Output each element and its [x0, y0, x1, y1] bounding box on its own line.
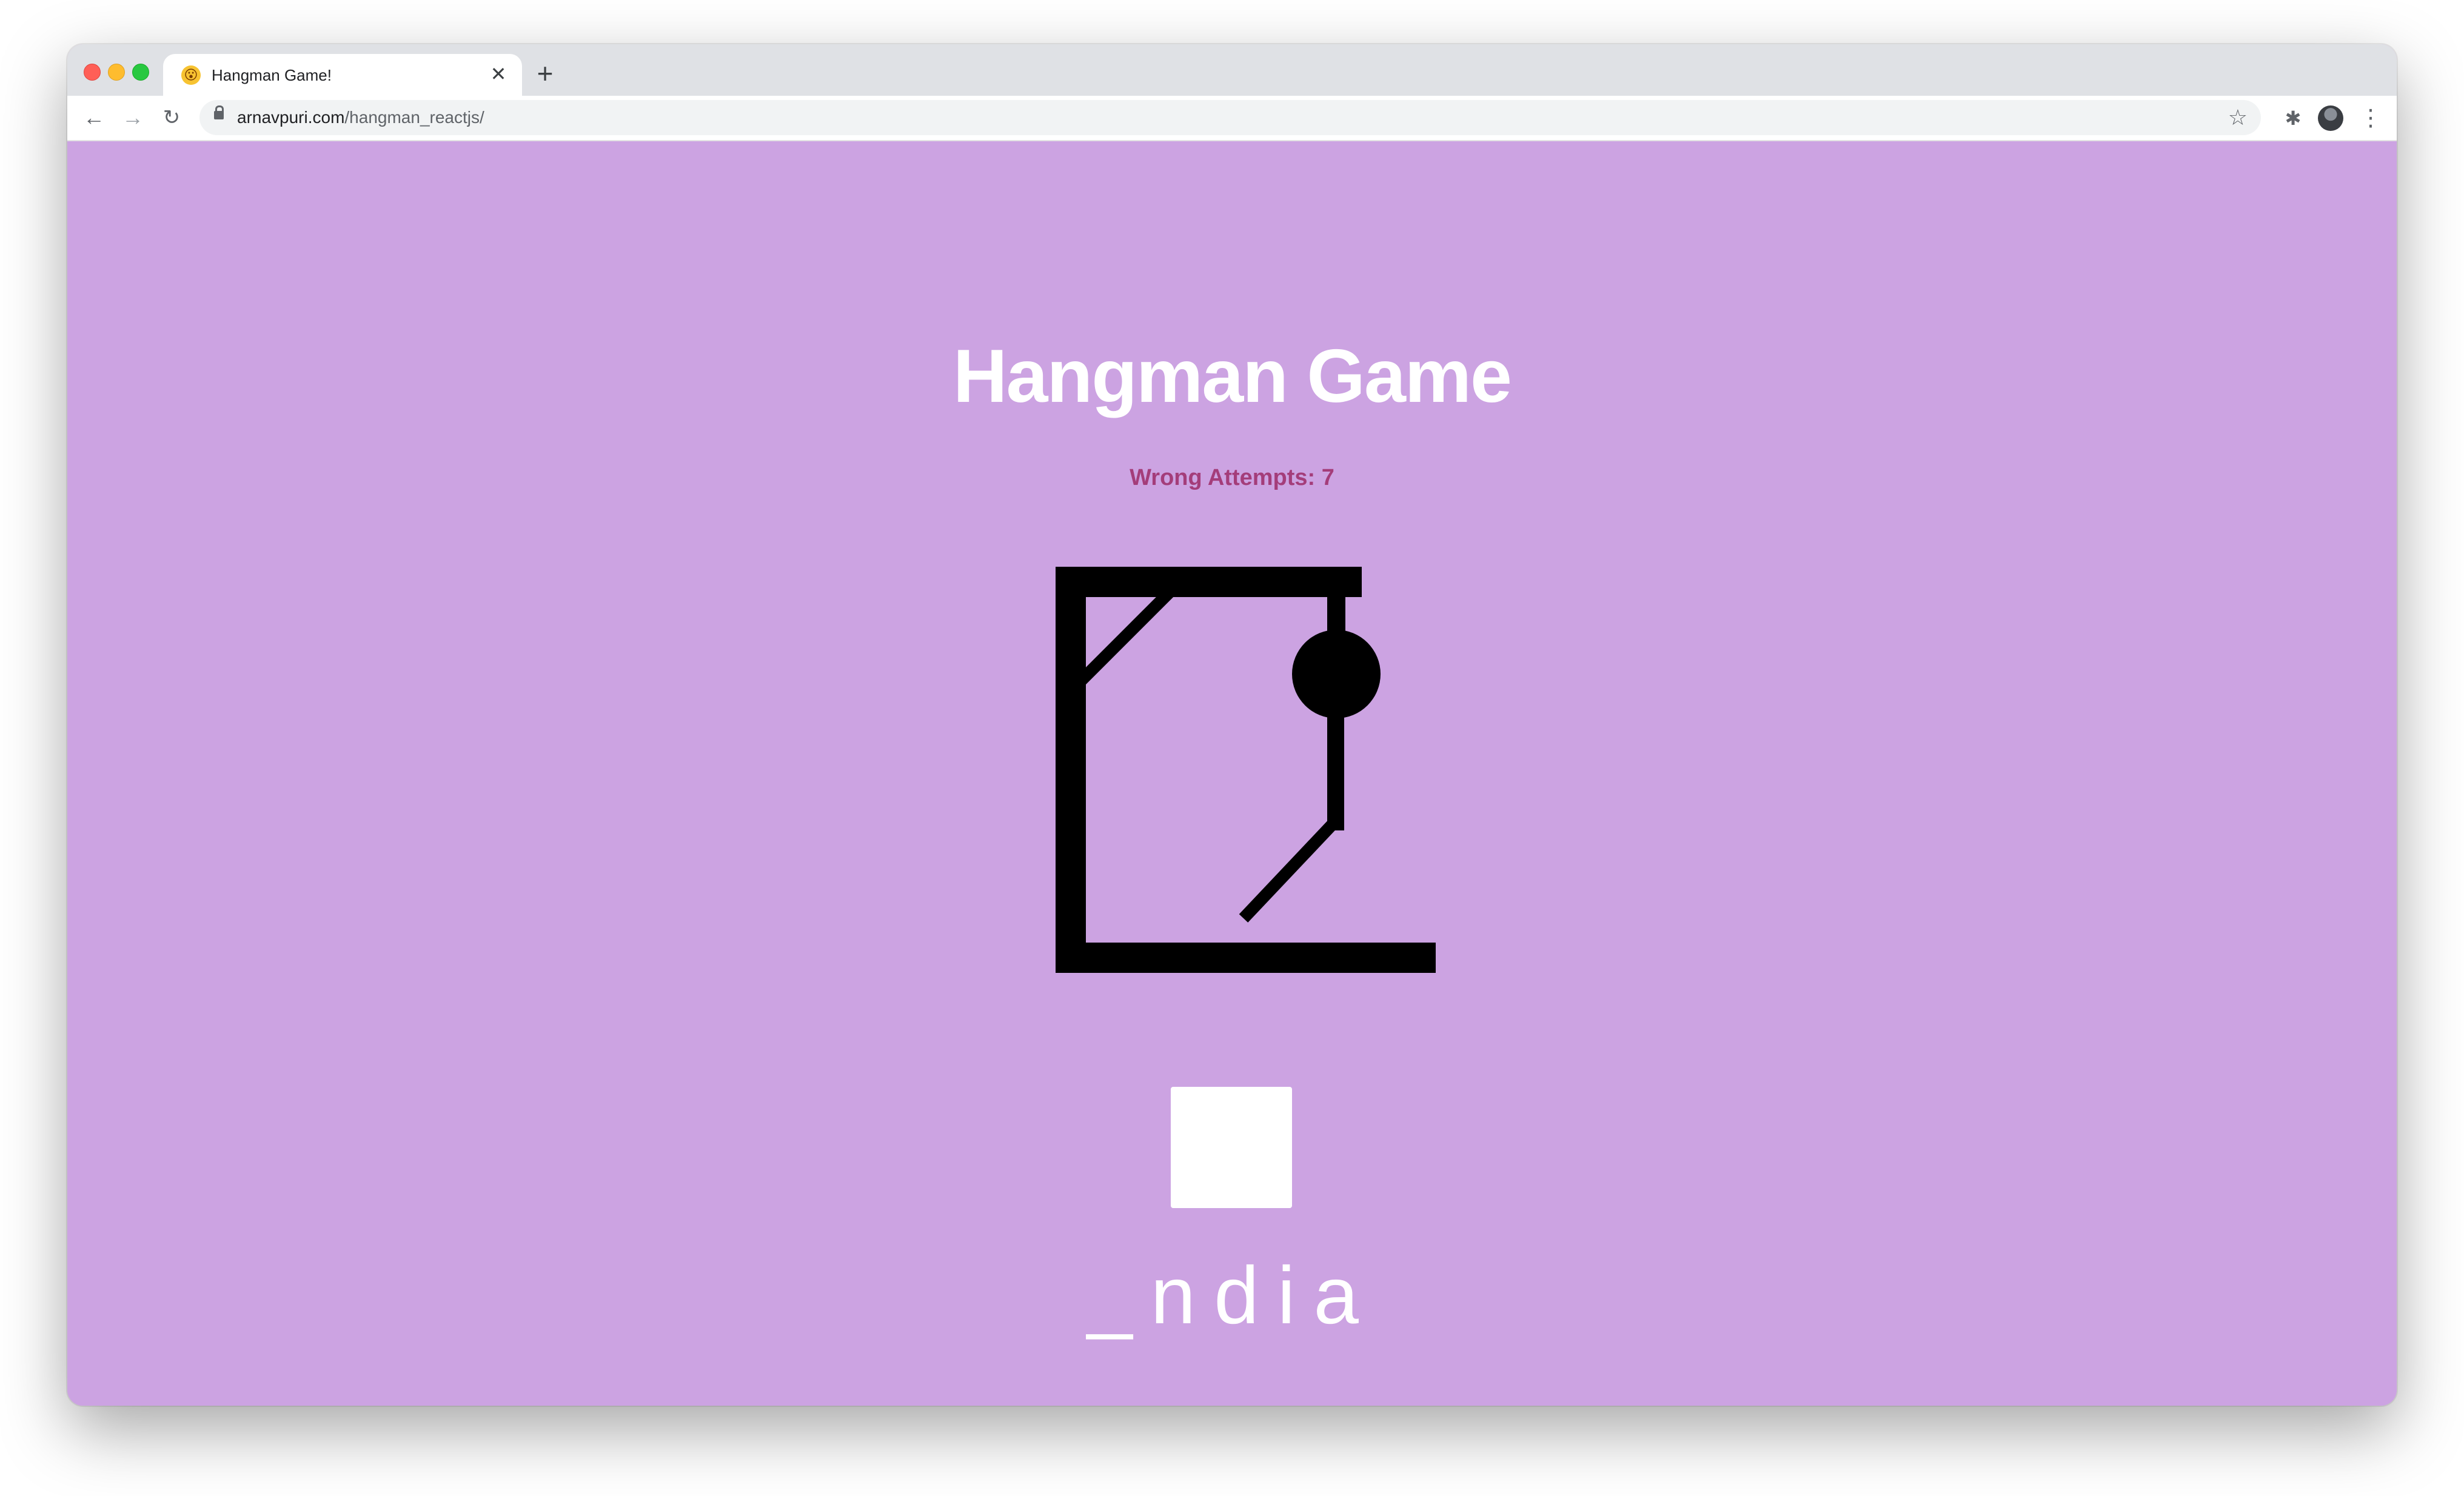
- kebab-menu-icon[interactable]: ⋮: [2359, 105, 2382, 131]
- tab-hangman[interactable]: 😮 Hangman Game! ✕: [163, 54, 522, 96]
- hangman-body: [1327, 706, 1344, 830]
- favicon-icon: 😮: [181, 65, 201, 85]
- puzzle-icon[interactable]: ✱: [2282, 107, 2305, 130]
- forward-arrow-icon[interactable]: →: [119, 104, 146, 131]
- hangman-drawing: [1056, 567, 1436, 973]
- star-icon[interactable]: ☆: [2228, 105, 2248, 130]
- new-tab-button[interactable]: +: [532, 59, 558, 87]
- gallows-base: [1056, 943, 1436, 973]
- minimize-window-button[interactable]: [108, 64, 125, 81]
- tab-strip: 😮 Hangman Game! ✕ +: [67, 44, 2397, 96]
- browser-window: 😮 Hangman Game! ✕ + ← → ↻ arnavpuri.com/…: [67, 44, 2397, 1406]
- gallows-brace: [1069, 583, 1179, 693]
- page-title: Hangman Game: [952, 335, 1512, 418]
- close-tab-icon[interactable]: ✕: [488, 64, 509, 84]
- letter-guess-input[interactable]: [1171, 1087, 1292, 1208]
- reload-icon[interactable]: ↻: [158, 104, 185, 131]
- tab-title: Hangman Game!: [212, 66, 332, 84]
- url-path: /hangman_reactjs/: [344, 108, 484, 127]
- gallows-post: [1056, 567, 1086, 955]
- browser-toolbar: ← → ↻ arnavpuri.com/hangman_reactjs/ ☆ ✱…: [67, 96, 2397, 141]
- url-domain: arnavpuri.com: [237, 108, 345, 127]
- gallows-top-beam: [1056, 567, 1362, 597]
- close-window-button[interactable]: [84, 64, 101, 81]
- wrong-attempts-counter: Wrong Attempts: 7: [1130, 465, 1334, 490]
- avatar[interactable]: [2318, 105, 2343, 131]
- lock-icon[interactable]: [214, 105, 224, 119]
- word-display: _ndia: [1087, 1251, 1377, 1341]
- hangman-head: [1292, 630, 1381, 718]
- hangman-leg: [1239, 814, 1343, 923]
- back-arrow-icon[interactable]: ←: [81, 104, 107, 131]
- address-bar[interactable]: arnavpuri.com/hangman_reactjs/ ☆: [199, 100, 2261, 135]
- url-text[interactable]: arnavpuri.com/hangman_reactjs/: [237, 108, 484, 127]
- page-content: Hangman Game Wrong Attempts: 7 _ndia: [67, 141, 2397, 1406]
- maximize-window-button[interactable]: [132, 64, 149, 81]
